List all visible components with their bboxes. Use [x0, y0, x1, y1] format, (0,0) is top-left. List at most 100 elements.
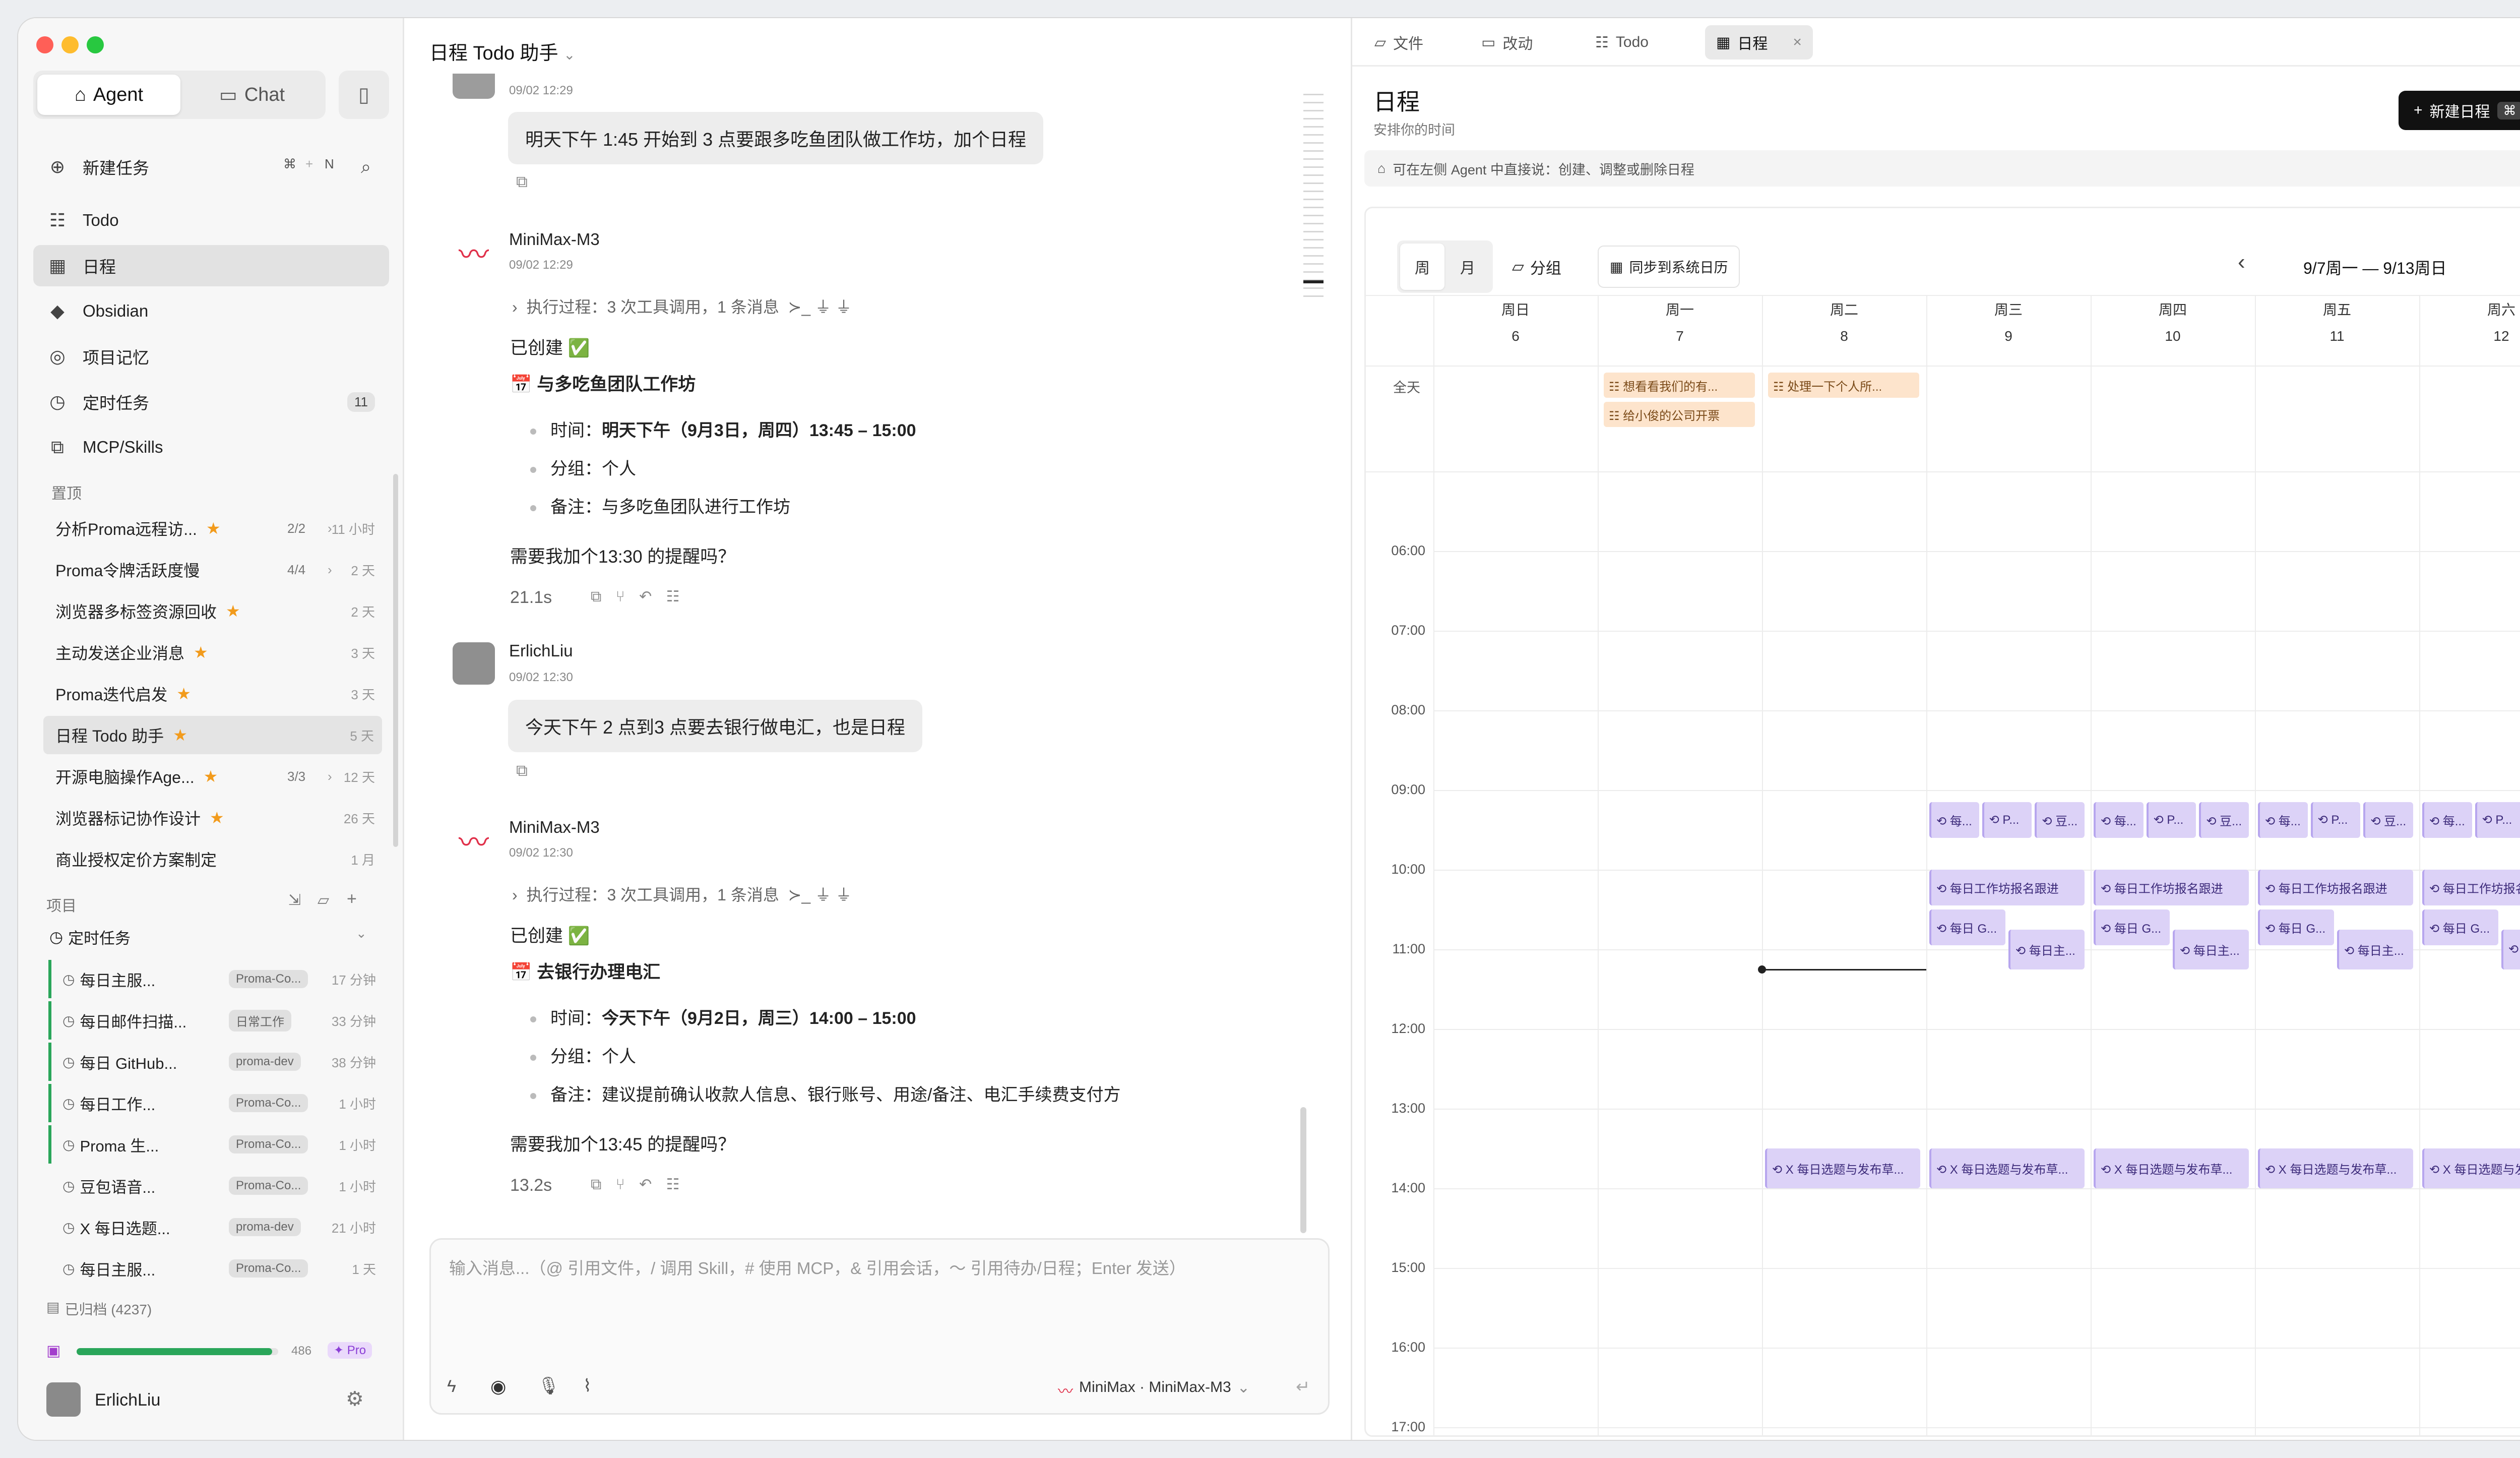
toggle-sidebar-button[interactable]: ▯ [339, 71, 389, 119]
sync-calendar-button[interactable]: ▦ 同步到系统日历 [1598, 246, 1740, 288]
all-day-event[interactable]: ☷ 给小俊的公司开票 [1604, 402, 1755, 427]
calendar-event[interactable]: ⟲ 每... [2094, 802, 2144, 838]
tab-schedule[interactable]: ▦ 日程 × [1705, 25, 1813, 59]
calendar-event[interactable]: ⟲ P... [1982, 802, 2032, 838]
sidebar-scrollbar[interactable] [393, 474, 398, 847]
day-header[interactable]: 周二 8 [1762, 299, 1926, 344]
scheduled-group-header[interactable]: ◷ 定时任务 [49, 926, 131, 948]
all-day-event[interactable]: ☷ 处理一下个人所... [1768, 373, 1919, 398]
copy-icon[interactable]: ⧉ [516, 172, 528, 192]
scheduled-task-item[interactable]: ◷ 每日主服... Proma-Co... 17 分钟 [48, 960, 386, 998]
send-icon[interactable]: ↵ [1296, 1377, 1310, 1397]
branch-icon[interactable]: ⑂ [616, 588, 630, 605]
copy-icon[interactable]: ⧉ [591, 588, 606, 605]
all-day-event[interactable]: ☷ 想看看我们的有... [1604, 373, 1755, 398]
archived-link[interactable]: ▤ 已归档 (4237) [46, 1299, 152, 1319]
calendar-event[interactable]: ⟲ 每日 G... [2422, 909, 2498, 946]
calendar-event[interactable]: ⟲ X 每日选题与发布草... [2094, 1148, 2249, 1188]
close-window-button[interactable] [36, 36, 53, 53]
scheduled-task-item[interactable]: ◷ Proma 生... Proma-Co... 1 小时 [48, 1125, 386, 1164]
calendar-event[interactable]: ⟲ X 每日选题与发布草... [2258, 1148, 2413, 1188]
scheduled-task-item[interactable]: ◷ 每日邮件扫描... 日常工作 33 分钟 [48, 1001, 386, 1040]
collapse-icon[interactable]: ⇲ [288, 891, 301, 909]
calendar-event[interactable]: ⟲ 每日 G... [2258, 909, 2334, 946]
view-week-button[interactable]: 周 [1400, 244, 1444, 290]
branch-icon[interactable]: ⑂ [616, 1176, 630, 1193]
sidebar-item-obsidian[interactable]: ◆ Obsidian [33, 290, 389, 332]
tool-process-toggle[interactable]: › 执行过程：3 次工具调用，1 条消息 ≻_ ⏚ ⏚ [512, 882, 852, 905]
day-header[interactable]: 周五 11 [2255, 299, 2419, 344]
calendar-event[interactable]: ⟲ 每... [2258, 802, 2308, 838]
scheduled-task-item[interactable]: ◷ X 每日选题... proma-dev 21 小时 [48, 1208, 386, 1246]
copy-icon[interactable]: ⧉ [591, 1176, 606, 1193]
undo-icon[interactable]: ↶ [639, 1176, 657, 1193]
pinned-item[interactable]: 浏览器多标签资源回收 ★ 2 天 [55, 592, 383, 630]
calendar-event[interactable]: ⟲ 豆... [2035, 802, 2085, 838]
chevron-down-icon[interactable]: ⌄ [356, 926, 367, 941]
calendar-event[interactable]: ⟲ X 每日选题与发布草... [1765, 1148, 1920, 1188]
sidebar-item-scheduled-tasks[interactable]: ◷ 定时任务 11 [33, 381, 389, 422]
calendar-event[interactable]: ⟲ P... [2310, 802, 2361, 838]
tool-process-toggle[interactable]: › 执行过程：3 次工具调用，1 条消息 ≻_ ⏚ ⏚ [512, 294, 852, 318]
todo-add-icon[interactable]: ☷ [666, 588, 685, 605]
pinned-item[interactable]: 开源电脑操作Age... ★ 3/3 › 12 天 [55, 757, 383, 796]
view-month-button[interactable]: 月 [1445, 244, 1490, 290]
lightning-icon[interactable]: ϟ [447, 1377, 456, 1396]
calendar-event[interactable]: ⟲ 每日主... [2173, 929, 2249, 969]
globe-icon[interactable]: ◉ [490, 1376, 506, 1397]
tab-agent[interactable]: ⌂ Agent [37, 75, 180, 115]
sidebar-item-mcp-skills[interactable]: ⧉ MCP/Skills [33, 427, 389, 468]
plus-icon[interactable]: + [347, 889, 357, 909]
calendar-event[interactable]: ⟲ 每日工作坊报名跟进 [2094, 870, 2249, 906]
sidebar-item-project-memory[interactable]: ◎ 项目记忆 [33, 336, 389, 377]
microphone-icon[interactable]: 🎙 [538, 1376, 559, 1396]
day-header[interactable]: 周六 12 [2419, 299, 2520, 344]
calendar-event[interactable]: ⟲ X 每日选题与发布草 [2422, 1148, 2520, 1188]
calendar-event[interactable]: ⟲ 每日 G... [1929, 909, 2005, 946]
group-button[interactable]: ▱ 分组 [1501, 246, 1572, 288]
sidebar-item-schedule[interactable]: ▦ 日程 [33, 245, 389, 286]
zoom-window-button[interactable] [87, 36, 104, 53]
gear-icon[interactable]: ⚙ [346, 1387, 364, 1411]
pinned-item[interactable]: 主动发送企业消息 ★ 3 天 [55, 633, 383, 672]
calendar-event[interactable]: ⟲ 每... [1929, 802, 1979, 838]
calendar-event[interactable]: ⟲ 每日主... [2008, 929, 2085, 969]
calendar-event[interactable]: ⟲ 每日 G... [2094, 909, 2170, 946]
pinned-item[interactable]: Proma令牌活跃度慢 4/4 › 2 天 [55, 551, 383, 589]
sidebar-item-todo[interactable]: ☷ Todo [33, 200, 389, 241]
calendar-event[interactable]: ⟲ 每日工作坊报名跟进 [1929, 870, 2085, 906]
scheduled-task-item[interactable]: ◷ 豆包语音... Proma-Co... 1 小时 [48, 1167, 386, 1205]
calendar-event[interactable]: ⟲ [2501, 929, 2520, 969]
day-header[interactable]: 周日 6 [1433, 299, 1598, 344]
model-selector[interactable]: 〰 MiniMax · MiniMax-M3 ⌄ [1058, 1379, 1250, 1401]
copy-icon[interactable]: ⧉ [516, 761, 528, 780]
day-header[interactable]: 周四 10 [2091, 299, 2255, 344]
search-icon[interactable]: ⌕ [361, 156, 371, 178]
calendar-event[interactable]: ⟲ P... [2475, 802, 2520, 838]
calendar-event[interactable]: ⟲ 每... [2422, 802, 2472, 838]
calendar-event[interactable]: ⟲ 每日工作坊报名跟进 [2422, 870, 2520, 906]
tab-chat[interactable]: ▭ Chat [180, 75, 324, 115]
calendar-event[interactable]: ⟲ P... [2146, 802, 2196, 838]
undo-icon[interactable]: ↶ [639, 588, 657, 605]
pinned-item[interactable]: 商业授权定价方案制定 1 月 [55, 840, 383, 878]
calendar-event[interactable]: ⟲ 每日主... [2337, 929, 2413, 969]
close-icon[interactable]: × [1793, 34, 1802, 51]
new-task-button[interactable]: ⊕ 新建任务 ⌘ + N ⌕ [33, 146, 389, 188]
avatar[interactable] [46, 1382, 81, 1417]
minimize-window-button[interactable] [61, 36, 79, 53]
calendar-event[interactable]: ⟲ X 每日选题与发布草... [1929, 1148, 2085, 1188]
todo-add-icon[interactable]: ☷ [666, 1176, 685, 1193]
new-schedule-button[interactable]: +新建日程⌘+N [2399, 91, 2520, 130]
pinned-item-active[interactable]: 日程 Todo 助手 ★ 5 天 [43, 716, 382, 754]
pinned-item[interactable]: 分析Proma远程访... ★ 2/2 › 11 小时 [55, 509, 383, 548]
day-header[interactable]: 周三 9 [1926, 299, 2091, 344]
prev-week-button[interactable]: ‹ [2238, 250, 2245, 275]
message-input[interactable]: 输入消息...（@ 引用文件，/ 调用 Skill，# 使用 MCP，& 引用会… [429, 1238, 1330, 1415]
paperclip-icon[interactable]: ⌇ [583, 1376, 592, 1396]
tab-changes[interactable]: ▭ 改动 [1470, 25, 1544, 59]
calendar-event[interactable]: ⟲ 豆... [2363, 802, 2413, 838]
chat-scrollbar[interactable] [1300, 1107, 1306, 1233]
day-header[interactable]: 周一 7 [1598, 299, 1762, 344]
scheduled-task-item[interactable]: ◷ 每日 GitHub... proma-dev 38 分钟 [48, 1043, 386, 1081]
